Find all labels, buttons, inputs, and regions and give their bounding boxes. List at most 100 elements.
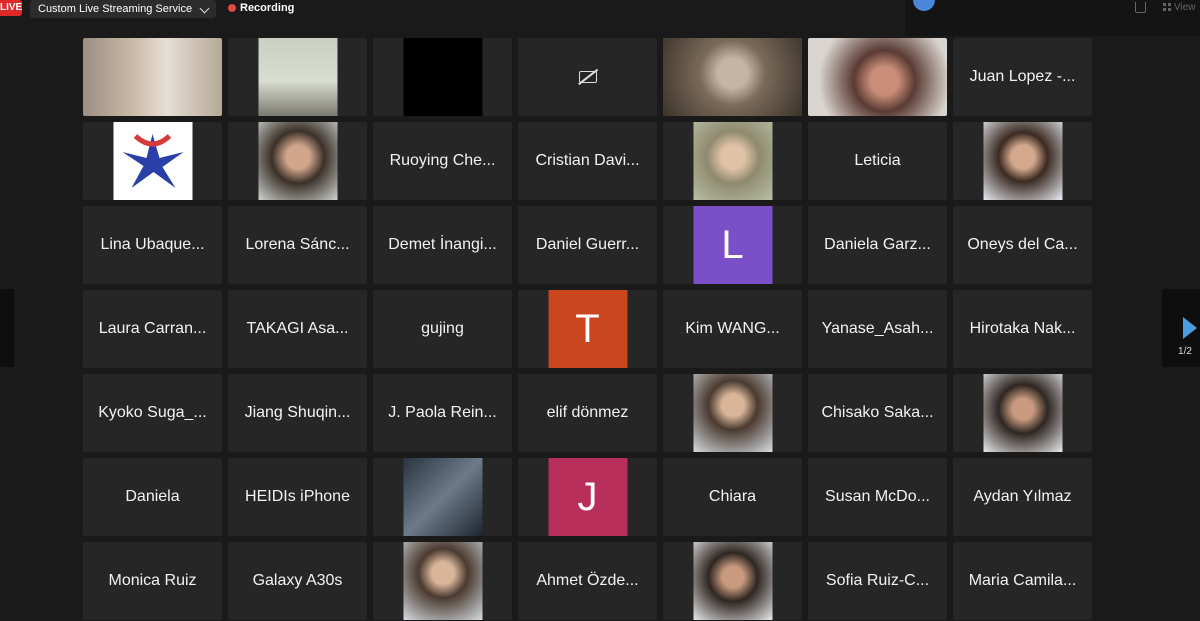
participant-tile[interactable]: Aydan Yılmaz <box>953 458 1092 536</box>
participant-tile[interactable]: Susan McDo... <box>808 458 947 536</box>
participant-tile[interactable]: L <box>663 206 802 284</box>
participant-video <box>403 458 482 536</box>
participant-tile[interactable]: J. Paola Rein... <box>373 374 512 452</box>
participant-tile[interactable]: Lina Ubaque... <box>83 206 222 284</box>
participant-tile[interactable] <box>228 122 367 200</box>
participant-tile[interactable]: TAKAGI Asa... <box>228 290 367 368</box>
participant-tile[interactable] <box>373 458 512 536</box>
participant-tile[interactable]: Jiang Shuqin... <box>228 374 367 452</box>
participant-tile[interactable] <box>83 122 222 200</box>
participant-tile[interactable]: Daniel Guerr... <box>518 206 657 284</box>
participant-tile[interactable] <box>663 542 802 620</box>
participant-tile[interactable]: Cristian Davi... <box>518 122 657 200</box>
live-badge[interactable]: LIVE <box>0 0 22 16</box>
participant-video <box>983 122 1062 200</box>
participant-name: Cristian Davi... <box>535 152 640 169</box>
participant-tile[interactable]: Hirotaka Nak... <box>953 290 1092 368</box>
participant-tile[interactable]: Chisako Saka... <box>808 374 947 452</box>
participant-video <box>258 38 337 116</box>
participant-name: Lina Ubaque... <box>100 236 205 253</box>
participant-tile[interactable] <box>663 38 802 116</box>
participant-tile[interactable]: Laura Carran... <box>83 290 222 368</box>
grid-view-icon <box>1163 3 1171 11</box>
participant-name: HEIDIs iPhone <box>245 488 350 505</box>
participant-tile[interactable]: Daniela <box>83 458 222 536</box>
participant-name: Hirotaka Nak... <box>969 320 1076 337</box>
participant-tile[interactable] <box>663 122 802 200</box>
participant-tile[interactable]: Monica Ruiz <box>83 542 222 620</box>
participant-tile[interactable]: Ahmet Özde... <box>518 542 657 620</box>
participant-video <box>693 122 772 200</box>
participant-tile[interactable]: Kim WANG... <box>663 290 802 368</box>
participant-tile[interactable]: Sofia Ruiz-C... <box>808 542 947 620</box>
participant-name: Yanase_Asah... <box>821 320 934 337</box>
participant-tile[interactable]: gujing <box>373 290 512 368</box>
participant-tile[interactable]: Galaxy A30s <box>228 542 367 620</box>
previous-page-tab[interactable] <box>0 289 14 367</box>
participant-name: Laura Carran... <box>98 320 207 337</box>
participant-name: Daniela <box>125 488 180 505</box>
participant-tile[interactable] <box>518 38 657 116</box>
participant-tile[interactable]: Kyoko Suga_... <box>83 374 222 452</box>
participant-tile[interactable] <box>83 38 222 116</box>
live-stream-label: Custom Live Streaming Service <box>38 3 193 15</box>
page-indicator: 1/2 <box>1178 346 1192 357</box>
participant-name: Monica Ruiz <box>108 572 197 589</box>
participant-name: Kim WANG... <box>685 320 780 337</box>
live-stream-dropdown[interactable]: Custom Live Streaming Service <box>30 0 216 18</box>
participant-video <box>403 38 482 116</box>
participant-tile[interactable]: Demet İnangi... <box>373 206 512 284</box>
participant-video <box>113 122 192 200</box>
participant-name: Leticia <box>854 152 901 169</box>
participant-tile[interactable]: Leticia <box>808 122 947 200</box>
recording-label: Recording <box>240 2 295 14</box>
participant-tile[interactable]: Lorena Sánc... <box>228 206 367 284</box>
participant-name: Daniela Garz... <box>824 236 931 253</box>
participant-tile[interactable]: HEIDIs iPhone <box>228 458 367 536</box>
participant-tile[interactable]: Yanase_Asah... <box>808 290 947 368</box>
participant-name: TAKAGI Asa... <box>246 320 349 337</box>
recording-indicator[interactable]: Recording <box>228 0 294 16</box>
participant-name: Maria Camila... <box>968 572 1077 589</box>
participant-name: Kyoko Suga_... <box>98 404 207 421</box>
participant-name: Lorena Sánc... <box>245 236 350 253</box>
participant-name: elif dönmez <box>546 404 629 421</box>
participant-tile[interactable]: J <box>518 458 657 536</box>
participant-video <box>808 38 947 116</box>
chevron-down-icon <box>199 3 210 14</box>
participant-tile[interactable] <box>373 38 512 116</box>
participant-tile[interactable] <box>373 542 512 620</box>
participant-tile[interactable]: T <box>518 290 657 368</box>
participant-tile[interactable] <box>228 38 367 116</box>
participant-name: gujing <box>421 320 464 337</box>
participant-video <box>693 374 772 452</box>
participant-name: Daniel Guerr... <box>535 236 640 253</box>
participant-name: Ahmet Özde... <box>536 572 639 589</box>
participant-name: Chisako Saka... <box>821 404 934 421</box>
participant-tile[interactable]: Oneys del Ca... <box>953 206 1092 284</box>
org-logo-icon <box>122 134 183 188</box>
participant-tile[interactable] <box>953 122 1092 200</box>
gallery-grid: Juan Lopez -... Ruoying Che... Cristian Da… <box>83 38 1092 620</box>
participant-name: J. Paola Rein... <box>388 404 497 421</box>
participant-tile[interactable]: Chiara <box>663 458 802 536</box>
participant-tile[interactable] <box>808 38 947 116</box>
participant-tile[interactable]: Juan Lopez -... <box>953 38 1092 116</box>
lock-icon[interactable] <box>1135 2 1146 13</box>
participant-video <box>83 38 222 116</box>
participant-tile[interactable]: elif dönmez <box>518 374 657 452</box>
participant-tile[interactable] <box>663 374 802 452</box>
participant-tile[interactable]: Ruoying Che... <box>373 122 512 200</box>
participant-video <box>258 122 337 200</box>
participant-tile[interactable]: Maria Camila... <box>953 542 1092 620</box>
participant-name: Galaxy A30s <box>252 572 343 589</box>
participant-tile[interactable]: Daniela Garz... <box>808 206 947 284</box>
participant-name: Aydan Yılmaz <box>973 488 1072 505</box>
participant-name: Chiara <box>708 488 757 505</box>
view-button[interactable]: View <box>1163 2 1196 13</box>
participant-name: Juan Lopez -... <box>969 68 1076 85</box>
participant-tile[interactable] <box>953 374 1092 452</box>
participant-video <box>663 38 802 116</box>
participant-video <box>983 374 1062 452</box>
next-page-arrow-icon[interactable] <box>1183 317 1197 339</box>
